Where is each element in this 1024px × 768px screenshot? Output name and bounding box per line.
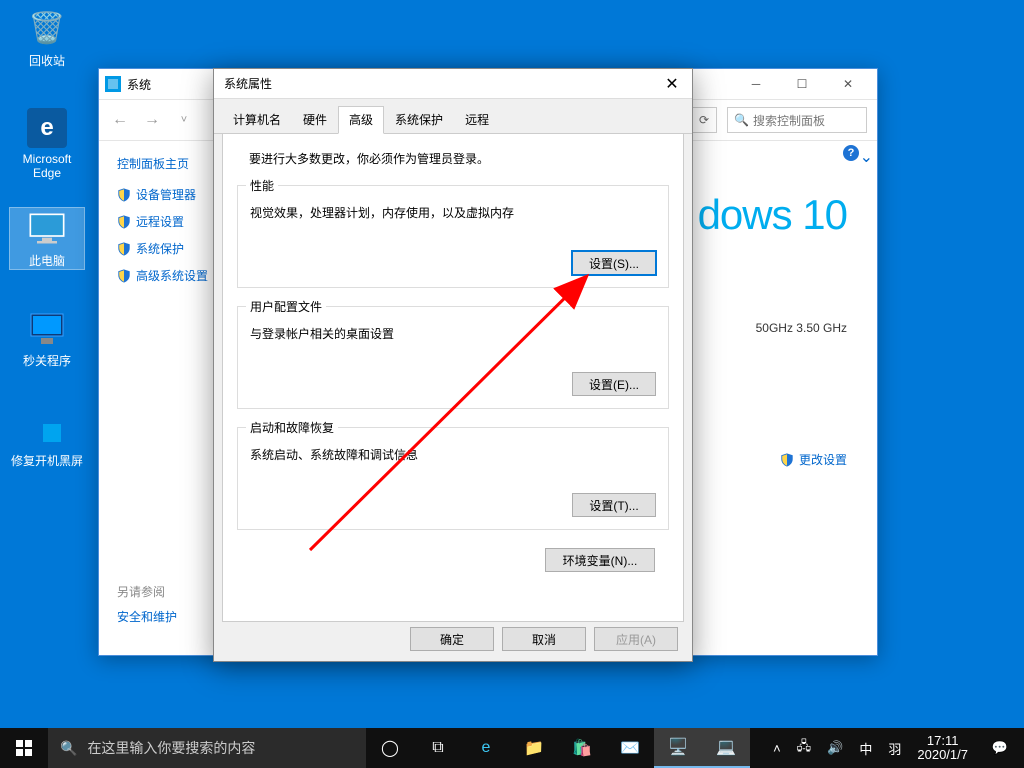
tray-clock[interactable]: 17:11 2020/1/7 [909, 728, 976, 768]
startup-recovery-group: 启动和故障恢复 系统启动、系统故障和调试信息 设置(T)... [237, 427, 669, 530]
refresh-button[interactable]: ⟳ [691, 107, 717, 133]
window-title: 系统 [127, 76, 151, 93]
shield-icon [117, 188, 131, 202]
performance-group: 性能 视觉效果，处理器计划，内存使用，以及虚拟内存 设置(S)... [237, 185, 669, 288]
tray-notifications-icon[interactable]: 💬 [976, 728, 1024, 768]
system-properties-dialog: 系统属性 ✕ 计算机名 硬件 高级 系统保护 远程 要进行大多数更改，你必须作为… [213, 68, 693, 662]
windows10-logo: dows 10 [698, 191, 847, 239]
ok-button[interactable]: 确定 [410, 627, 494, 651]
sidebar-device-manager[interactable]: 设备管理器 [117, 186, 209, 203]
change-settings-link[interactable]: 更改设置 [780, 451, 847, 468]
tray-ime-mode[interactable]: 羽 [880, 728, 909, 768]
tab-remote[interactable]: 远程 [454, 106, 500, 134]
tray-network-icon[interactable]: 🖧 [789, 728, 820, 768]
tab-advanced[interactable]: 高级 [338, 106, 384, 134]
chevron-down-icon[interactable]: ⌄ [860, 147, 873, 167]
environment-variables-button[interactable]: 环境变量(N)... [545, 548, 655, 572]
cpu-info: 50GHz 3.50 GHz [756, 321, 847, 335]
nav-recent[interactable]: ˅ [173, 109, 195, 131]
tray-ime-lang[interactable]: 中 [851, 728, 880, 768]
performance-settings-button[interactable]: 设置(S)... [572, 251, 656, 275]
tray-chevron-up-icon[interactable]: ˄ [765, 728, 789, 768]
performance-title: 性能 [246, 177, 278, 194]
dialog-title: 系统属性 [224, 75, 272, 92]
search-icon: 🔍 [734, 113, 749, 127]
desktop-this-pc[interactable]: 此电脑 [10, 208, 84, 269]
dialog-close-button[interactable]: ✕ [652, 69, 692, 99]
dialog-content: 要进行大多数更改，你必须作为管理员登录。 性能 视觉效果，处理器计划，内存使用，… [222, 134, 684, 622]
user-profile-desc: 与登录帐户相关的桌面设置 [250, 325, 656, 342]
dialog-titlebar[interactable]: 系统属性 ✕ [214, 69, 692, 99]
desktop-shutdown-tool[interactable]: 秒关程序 [10, 308, 84, 369]
sidebar-remote-settings[interactable]: 远程设置 [117, 213, 209, 230]
shield-icon [117, 215, 131, 229]
seealso-heading: 另请参阅 [117, 583, 177, 600]
sidebar-advanced-settings[interactable]: 高级系统设置 [117, 267, 209, 284]
taskbar-system-properties[interactable]: 💻 [702, 728, 750, 768]
start-button[interactable] [0, 728, 48, 768]
minimize-button[interactable]: ─ [733, 69, 779, 99]
admin-note: 要进行大多数更改，你必须作为管理员登录。 [249, 150, 669, 167]
taskbar-control-panel[interactable]: 🖥️ [654, 728, 702, 768]
taskbar-search[interactable]: 🔍 在这里输入你要搜索的内容 [48, 728, 366, 768]
shield-icon [117, 242, 131, 256]
startup-recovery-settings-button[interactable]: 设置(T)... [572, 493, 656, 517]
desktop-recycle-bin[interactable]: 🗑️ 回收站 [10, 8, 84, 69]
nav-back[interactable]: ← [109, 109, 131, 131]
cancel-button[interactable]: 取消 [502, 627, 586, 651]
desktop-edge[interactable]: e Microsoft Edge [10, 108, 84, 180]
shield-icon [780, 453, 794, 467]
taskbar-explorer[interactable]: 📁 [510, 728, 558, 768]
performance-desc: 视觉效果，处理器计划，内存使用，以及虚拟内存 [250, 204, 656, 221]
recycle-bin-icon: 🗑️ [27, 8, 67, 48]
user-profile-group: 用户配置文件 与登录帐户相关的桌面设置 设置(E)... [237, 306, 669, 409]
cp-home-link[interactable]: 控制面板主页 [117, 155, 209, 172]
user-profile-title: 用户配置文件 [246, 298, 326, 315]
sidebar-system-protection[interactable]: 系统保护 [117, 240, 209, 257]
tab-computer-name[interactable]: 计算机名 [222, 106, 292, 134]
apply-button[interactable]: 应用(A) [594, 627, 678, 651]
repair-icon [27, 408, 67, 448]
taskbar-mail[interactable]: ✉️ [606, 728, 654, 768]
startup-recovery-desc: 系统启动、系统故障和调试信息 [250, 446, 656, 463]
cortana-button[interactable]: ◯ [366, 728, 414, 768]
nav-forward[interactable]: → [141, 109, 163, 131]
maximize-button[interactable]: ☐ [779, 69, 825, 99]
desktop-repair-tool[interactable]: 修复开机黑屏 [10, 408, 84, 469]
tab-hardware[interactable]: 硬件 [292, 106, 338, 134]
shield-icon [117, 269, 131, 283]
seealso-security-link[interactable]: 安全和维护 [117, 608, 177, 625]
close-button[interactable]: ✕ [825, 69, 871, 99]
taskbar-store[interactable]: 🛍️ [558, 728, 606, 768]
startup-recovery-title: 启动和故障恢复 [246, 419, 338, 436]
search-icon: 🔍 [60, 740, 77, 757]
task-view-button[interactable]: ⧉ [414, 728, 462, 768]
help-icon[interactable]: ? [843, 145, 859, 161]
cp-sidebar: 控制面板主页 设备管理器 远程设置 系统保护 高级系统设置 另请参阅 安全和维护 [99, 141, 209, 655]
taskbar-edge[interactable]: e [462, 728, 510, 768]
user-profile-settings-button[interactable]: 设置(E)... [572, 372, 656, 396]
cp-search[interactable]: 🔍 搜索控制面板 [727, 107, 867, 133]
tray-volume-icon[interactable]: 🔊 [819, 728, 851, 768]
shutdown-tool-icon [27, 308, 67, 348]
dialog-tabs: 计算机名 硬件 高级 系统保护 远程 [214, 99, 692, 134]
tab-system-protection[interactable]: 系统保护 [384, 106, 454, 134]
pc-icon [27, 208, 67, 248]
system-icon [105, 76, 121, 92]
edge-icon: e [27, 108, 67, 148]
taskbar: 🔍 在这里输入你要搜索的内容 ◯ ⧉ e 📁 🛍️ ✉️ 🖥️ 💻 ˄ 🖧 🔊 … [0, 728, 1024, 768]
